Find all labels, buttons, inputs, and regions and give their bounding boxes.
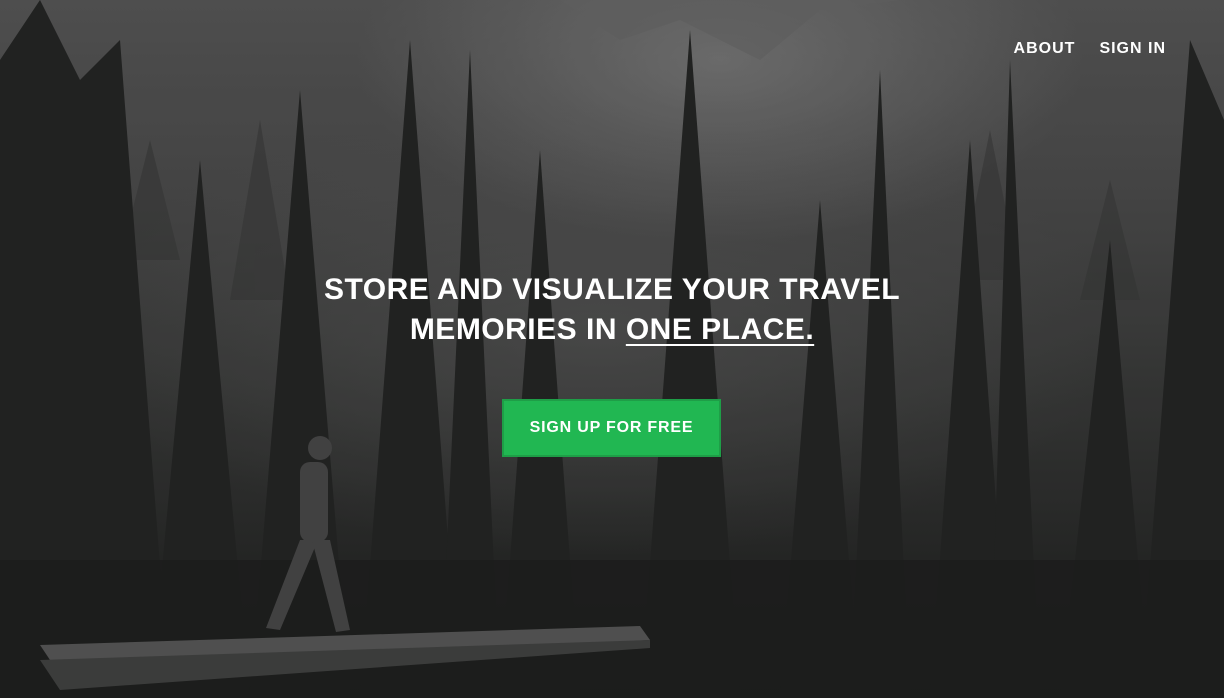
headline-line-1: STORE AND VISUALIZE YOUR TRAVEL [323,273,901,306]
nav-about-link[interactable]: ABOUT [1014,40,1076,58]
hero-section: ABOUT SIGN IN STORE AND VISUALIZE YOUR T… [0,0,1224,698]
signup-button[interactable]: SIGN UP FOR FREE [502,399,721,457]
nav-signin-link[interactable]: SIGN IN [1099,40,1166,58]
hero-headline: STORE AND VISUALIZE YOUR TRAVEL MEMORIES… [0,270,1224,350]
top-nav: ABOUT SIGN IN [1014,40,1166,58]
headline-emphasis: ONE PLACE. [625,313,815,346]
headline-line-2-prefix: MEMORIES IN [409,313,626,346]
